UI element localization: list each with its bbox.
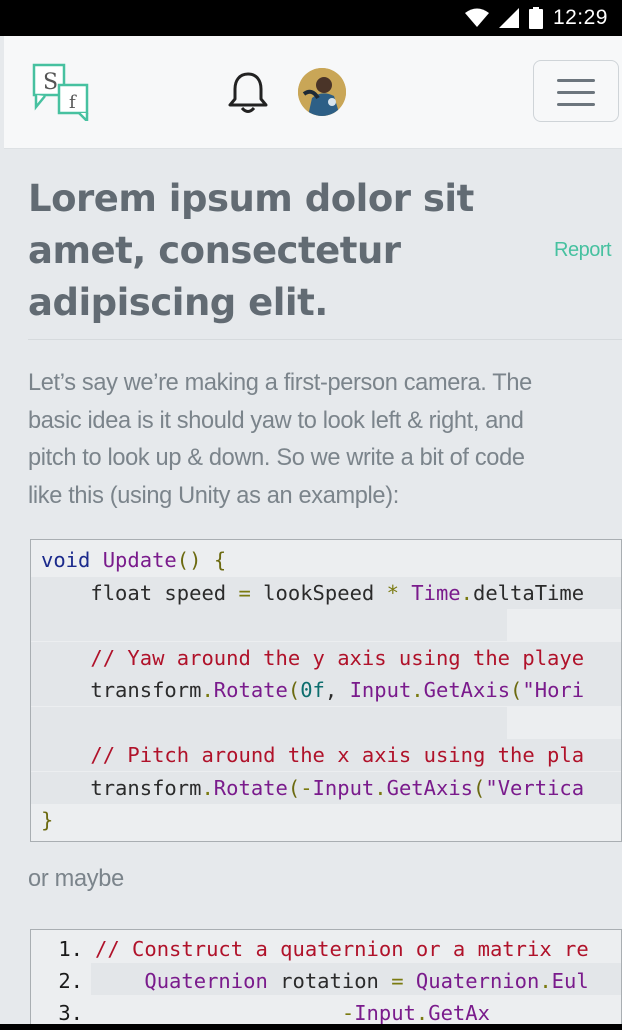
paragraph-line: Let’s say we’re making a first-person ca… <box>28 370 532 396</box>
report-link[interactable]: Report <box>554 239 612 262</box>
numbered-code-block[interactable]: 1. 2. 3. // Construct a quaternion or a … <box>30 929 622 1030</box>
hamburger-line <box>557 103 595 106</box>
code-line: } <box>41 808 54 832</box>
line-number: 2. <box>58 969 83 993</box>
hamburger-menu-button[interactable] <box>533 60 619 122</box>
status-icons: 12:29 <box>464 0 608 36</box>
app-header: S f <box>4 36 622 149</box>
signal-icon <box>498 8 519 28</box>
code-line-highlight <box>31 609 507 641</box>
post-title: Lorem ipsum dolor sit amet, consectetur … <box>28 173 498 329</box>
bell-icon[interactable] <box>226 70 270 116</box>
code-line: Quaternion rotation = Quaternion.Eul <box>144 969 589 993</box>
code-line: transform.Rotate(0f, Input.GetAxis("Hori <box>41 678 585 702</box>
logo-letter-s: S <box>43 70 58 95</box>
status-time: 12:29 <box>552 6 608 29</box>
site-logo[interactable]: S f <box>31 63 93 125</box>
code-line: transform.Rotate(-Input.GetAxis("Vertica <box>41 776 585 800</box>
code-line: void Update() { <box>41 548 227 572</box>
code-line: // Pitch around the x axis using the pla <box>90 743 585 767</box>
status-bar: 12:29 <box>0 0 622 36</box>
divider <box>28 339 622 340</box>
avatar[interactable] <box>298 68 346 116</box>
code-line: // Construct a quaternion or a matrix re <box>95 937 589 961</box>
code-line: float speed = lookSpeed * Time.deltaTime <box>41 581 585 605</box>
hamburger-line <box>557 79 595 82</box>
paragraph-line: pitch to look up & down. So we write a b… <box>28 445 525 471</box>
code-line-highlight <box>31 707 507 739</box>
hamburger-line <box>557 91 595 94</box>
paragraph-line: basic idea is it should yaw to look left… <box>28 407 524 434</box>
title-line: adipiscing elit. <box>28 281 328 324</box>
post-paragraph: Let’s say we’re making a first-person ca… <box>28 365 608 515</box>
title-line: Lorem ipsum dolor sit <box>28 177 474 220</box>
wifi-icon <box>464 8 489 28</box>
or-maybe-text: or maybe <box>28 866 124 892</box>
paragraph-line: like this (using Unity as an example): <box>28 482 399 509</box>
bottom-edge <box>0 1024 622 1030</box>
title-line: amet, consectetur <box>28 229 401 272</box>
line-number: 1. <box>58 937 83 961</box>
post-content: Lorem ipsum dolor sit amet, consectetur … <box>4 150 622 1030</box>
battery-icon <box>528 7 543 29</box>
code-line: // Yaw around the y axis using the playe <box>90 646 585 670</box>
code-block[interactable]: void Update() { float speed = lookSpeed … <box>30 539 622 842</box>
